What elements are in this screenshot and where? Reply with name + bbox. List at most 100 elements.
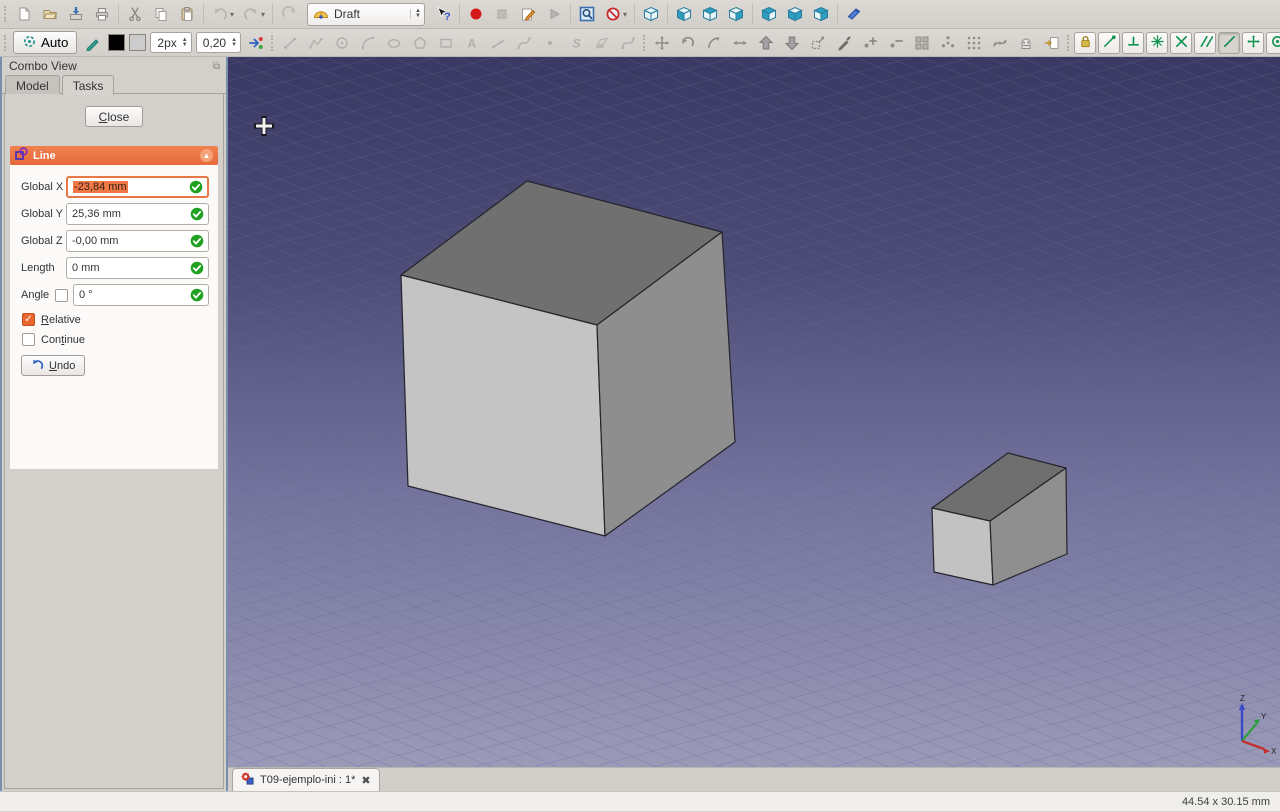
polar-array-button[interactable] [935,31,961,55]
close-button[interactable]: Close [85,106,143,127]
cut-button[interactable] [122,2,148,26]
array-button[interactable] [909,31,935,55]
close-icon[interactable]: ✖ [361,774,370,787]
scale-button[interactable] [805,31,831,55]
view-right-button[interactable] [723,2,749,26]
macro-stop-button[interactable] [489,2,515,26]
open-file-button[interactable] [37,2,63,26]
polyline-button[interactable] [303,31,329,55]
remove-point-button[interactable] [883,31,909,55]
tab-tasks[interactable]: Tasks [61,75,115,95]
measure-button[interactable] [841,2,867,26]
move-button[interactable] [649,31,675,55]
clone-button[interactable] [1013,31,1039,55]
svg-text:Y: Y [1261,712,1267,721]
macro-play-button[interactable] [541,2,567,26]
view-bottom-button[interactable] [782,2,808,26]
snap-near-button[interactable] [1218,31,1241,54]
toolbar-handle[interactable] [4,6,7,22]
global-z-field[interactable]: -0,00 mm [66,230,209,252]
point-button[interactable] [537,31,563,55]
workbench-selector[interactable]: Draft ▲ ▼ [307,2,425,26]
length-field[interactable]: 0 mm [66,257,209,279]
snap-extension-button[interactable] [1242,31,1265,54]
dimension-button[interactable] [485,31,511,55]
view-left-button[interactable] [808,2,834,26]
line-button[interactable] [277,31,303,55]
snap-parallel-button[interactable] [1194,31,1217,54]
face-color-swatch[interactable] [129,34,147,51]
undo-button[interactable]: Undo [21,355,86,376]
macro-edit-button[interactable] [515,2,541,26]
working-plane-button[interactable]: Auto [13,31,78,54]
path-array-button[interactable] [987,31,1013,55]
angle-field[interactable]: 0 ° [73,284,209,306]
snap-grid-button[interactable] [1146,31,1169,54]
view-axonometric-button[interactable] [638,2,664,26]
angle-checkbox[interactable] [55,288,68,302]
facebinder-button[interactable] [589,31,615,55]
text-scale-spinbox[interactable]: 0,20 ▲ ▼ [195,32,242,53]
redo-button[interactable] [238,2,264,26]
print-button[interactable] [89,2,115,26]
zoom-fit-button[interactable] [574,2,600,26]
text-scale-steppers[interactable]: ▲ ▼ [231,37,237,48]
global-x-field[interactable]: -23,84 mm [66,176,209,198]
task-header-line[interactable]: Line ▲ [10,146,218,165]
to-drawing-button[interactable] [1039,31,1065,55]
collapse-icon[interactable]: ▲ [200,149,213,162]
macro-edit-icon [520,6,536,22]
view-rear-button[interactable] [756,2,782,26]
paste-button[interactable] [174,2,200,26]
save-button[interactable] [63,2,89,26]
arc-button[interactable] [355,31,381,55]
whats-this-button[interactable]: ? [430,2,456,26]
new-file-button[interactable] [11,2,37,26]
rectangle-button[interactable] [433,31,459,55]
refresh-button[interactable] [276,2,302,26]
relative-checkbox[interactable]: ✓ [22,313,35,326]
view-front-button[interactable] [671,2,697,26]
draw-style-button[interactable] [600,2,626,26]
snap-intersection-button[interactable] [1170,31,1193,54]
polygon-button[interactable] [407,31,433,55]
snap-midpoint-button[interactable] [1122,31,1145,54]
copy-button[interactable] [148,2,174,26]
line-color-swatch[interactable] [108,34,126,51]
edit-button[interactable] [831,31,857,55]
global-y-field[interactable]: 25,36 mm [66,203,209,225]
line-width-spinbox[interactable]: 2px ▲ ▼ [150,32,192,53]
shapestring-button[interactable]: S [563,31,589,55]
bezier-button[interactable] [615,31,641,55]
toolbar-handle[interactable] [4,34,6,51]
text-button[interactable]: A [459,31,485,55]
upgrade-button[interactable] [753,31,779,55]
document-tab[interactable]: T09-ejemplo-ini : 1* ✖ [232,768,380,791]
snap-lock-button[interactable] [1074,31,1097,54]
add-point-button[interactable] [857,31,883,55]
macro-record-button[interactable] [463,2,489,26]
circle-button[interactable] [329,31,355,55]
snap-angle-button[interactable] [1266,31,1280,54]
line-width-steppers[interactable]: ▲ ▼ [182,37,188,48]
rotate-button[interactable] [675,31,701,55]
toolbar-handle[interactable] [271,34,274,51]
workbench-selector-steppers[interactable]: ▲ ▼ [410,8,421,19]
float-dock-icon[interactable]: ⧉ [213,61,220,72]
undo-button[interactable] [207,2,233,26]
view-top-button[interactable] [697,2,723,26]
snap-endpoint-button[interactable] [1098,31,1121,54]
downgrade-button[interactable] [779,31,805,55]
trim-button[interactable] [727,31,753,55]
3d-viewport[interactable]: Z Y X [228,57,1280,767]
point-array-button[interactable] [961,31,987,55]
bspline-button[interactable] [511,31,537,55]
tab-model[interactable]: Model [5,75,60,94]
apply-style-button[interactable] [243,31,269,55]
continue-checkbox[interactable] [22,333,35,346]
toolbar-handle[interactable] [643,34,646,51]
ellipse-button[interactable] [381,31,407,55]
construction-mode-button[interactable] [80,31,106,55]
offset-button[interactable] [701,31,727,55]
toolbar-handle[interactable] [1067,34,1070,51]
